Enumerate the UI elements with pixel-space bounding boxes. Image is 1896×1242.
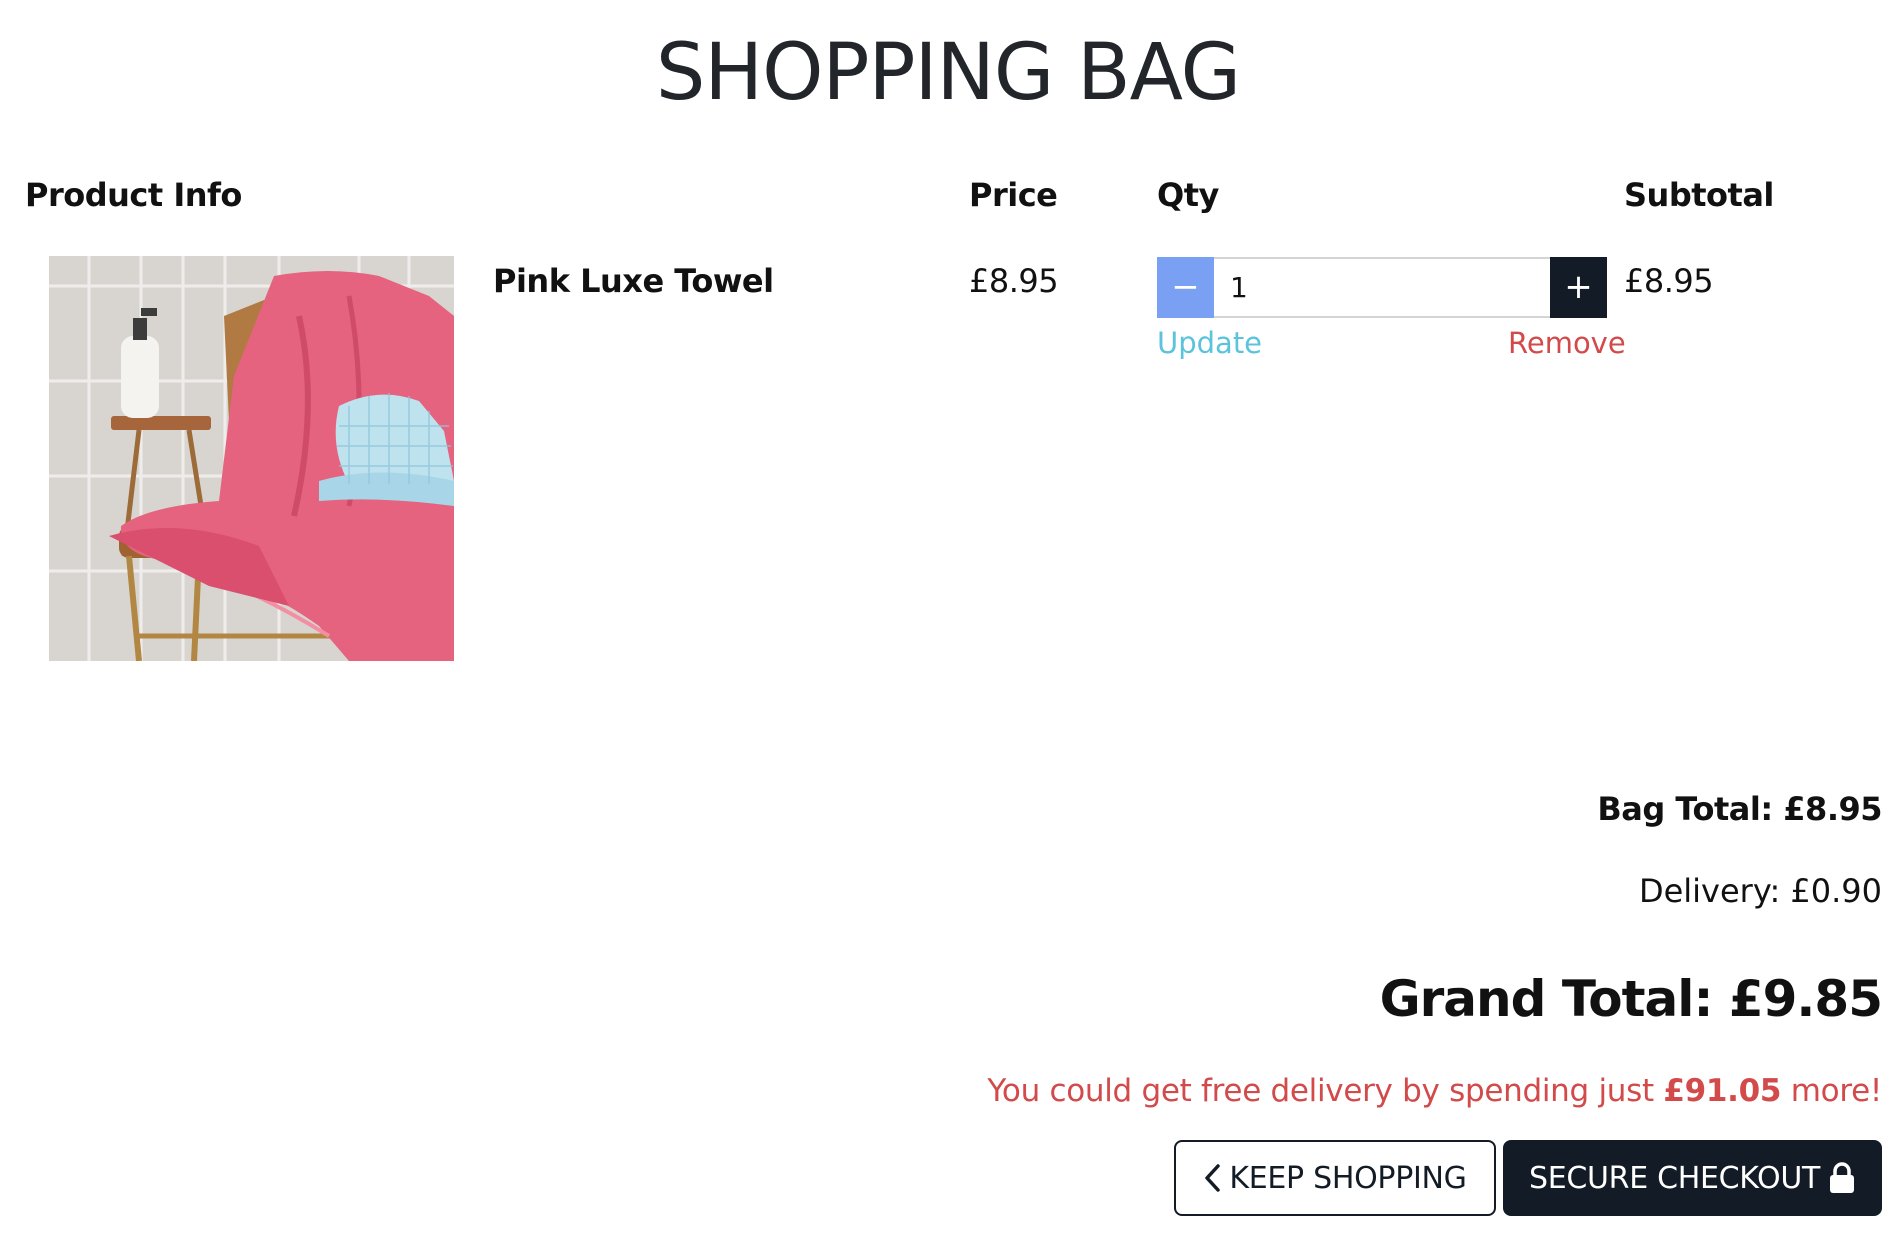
free-delivery-amount: £91.05 <box>1663 1073 1782 1109</box>
quantity-stepper: − + <box>1157 257 1607 318</box>
page-title: SHOPPING BAG <box>655 28 1241 118</box>
header-price: Price <box>969 176 1058 214</box>
free-delivery-suffix: more! <box>1781 1073 1883 1109</box>
quantity-input[interactable] <box>1216 259 1546 316</box>
product-name[interactable]: Pink Luxe Towel <box>493 262 774 300</box>
lock-icon <box>1828 1162 1856 1194</box>
delivery-cost: Delivery: £0.90 <box>1638 872 1882 910</box>
bag-total: Bag Total: £8.95 <box>1597 790 1882 828</box>
free-delivery-message: You could get free delivery by spending … <box>987 1073 1882 1109</box>
product-price: £8.95 <box>969 262 1059 300</box>
header-qty: Qty <box>1157 176 1219 214</box>
decrement-button[interactable]: − <box>1157 257 1214 318</box>
update-link[interactable]: Update <box>1157 326 1262 360</box>
product-photo-illustration <box>49 256 454 661</box>
chevron-left-icon <box>1203 1163 1221 1193</box>
remove-link[interactable]: Remove <box>1508 326 1626 360</box>
increment-button[interactable]: + <box>1550 257 1607 318</box>
header-subtotal: Subtotal <box>1624 176 1774 214</box>
secure-checkout-label: SECURE CHECKOUT <box>1528 1160 1821 1196</box>
header-product-info: Product Info <box>25 176 242 214</box>
secure-checkout-button[interactable]: SECURE CHECKOUT <box>1503 1140 1882 1216</box>
grand-total: Grand Total: £9.85 <box>1379 970 1883 1028</box>
free-delivery-prefix: You could get free delivery by spending … <box>987 1073 1664 1109</box>
keep-shopping-button[interactable]: KEEP SHOPPING <box>1174 1140 1496 1216</box>
keep-shopping-label: KEEP SHOPPING <box>1229 1160 1467 1196</box>
product-image[interactable] <box>49 256 454 661</box>
product-subtotal: £8.95 <box>1624 262 1714 300</box>
